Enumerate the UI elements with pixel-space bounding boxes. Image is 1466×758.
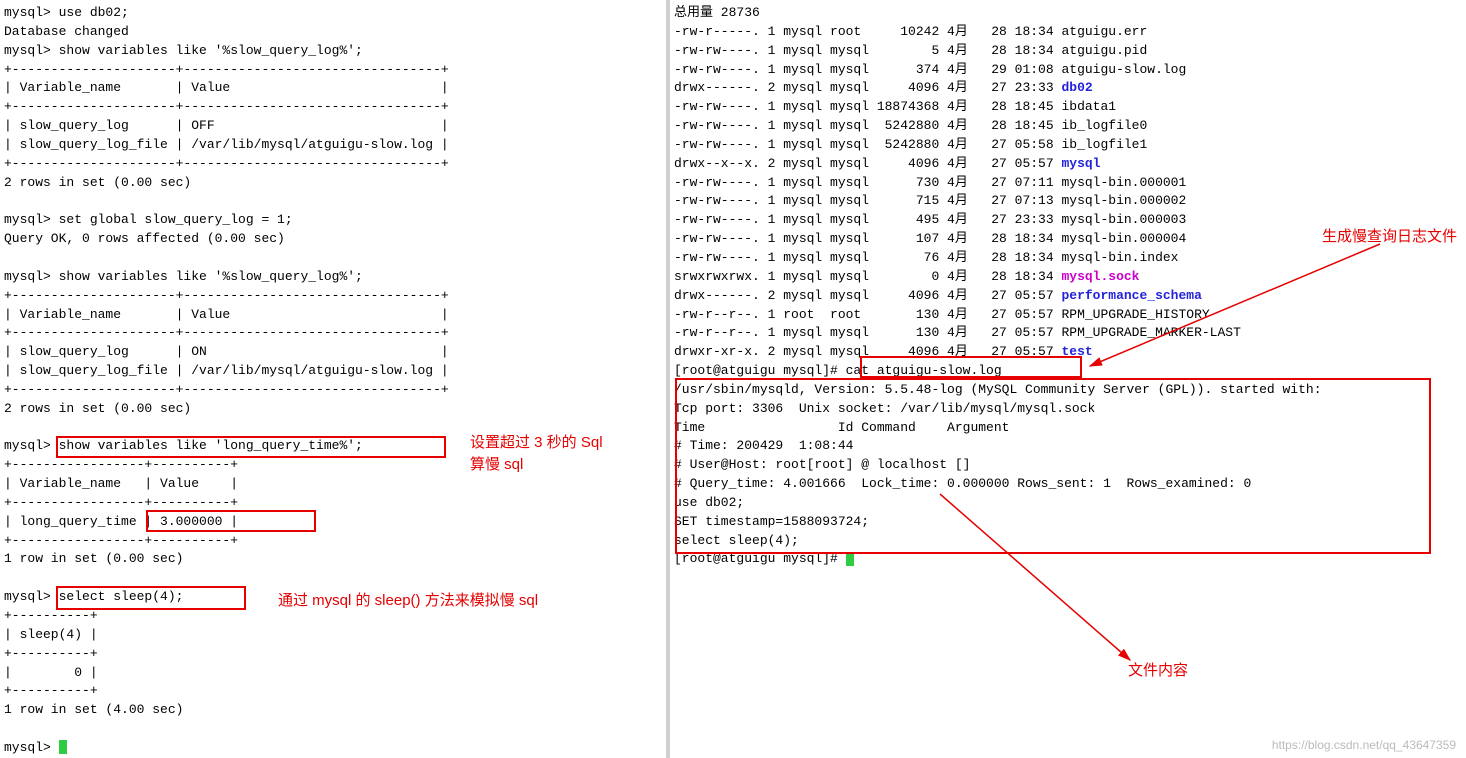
annotation-slow-sql-threshold: 设置超过 3 秒的 Sql 算慢 sql bbox=[470, 432, 603, 476]
annotation-file-content: 文件内容 bbox=[1128, 660, 1188, 682]
annotation-gen-slow-log: 生成慢查询日志文件 bbox=[1322, 226, 1457, 248]
watermark: https://blog.csdn.net/qq_43647359 bbox=[1272, 737, 1456, 754]
annotation-sleep-simulate: 通过 mysql 的 sleep() 方法来模拟慢 sql bbox=[278, 590, 538, 612]
cursor-icon bbox=[59, 740, 67, 754]
cursor-icon bbox=[846, 552, 854, 566]
left-terminal[interactable]: mysql> use db02; Database changed mysql>… bbox=[0, 0, 670, 758]
right-terminal[interactable]: 总用量 28736 -rw-r-----. 1 mysql root 10242… bbox=[670, 0, 1466, 758]
